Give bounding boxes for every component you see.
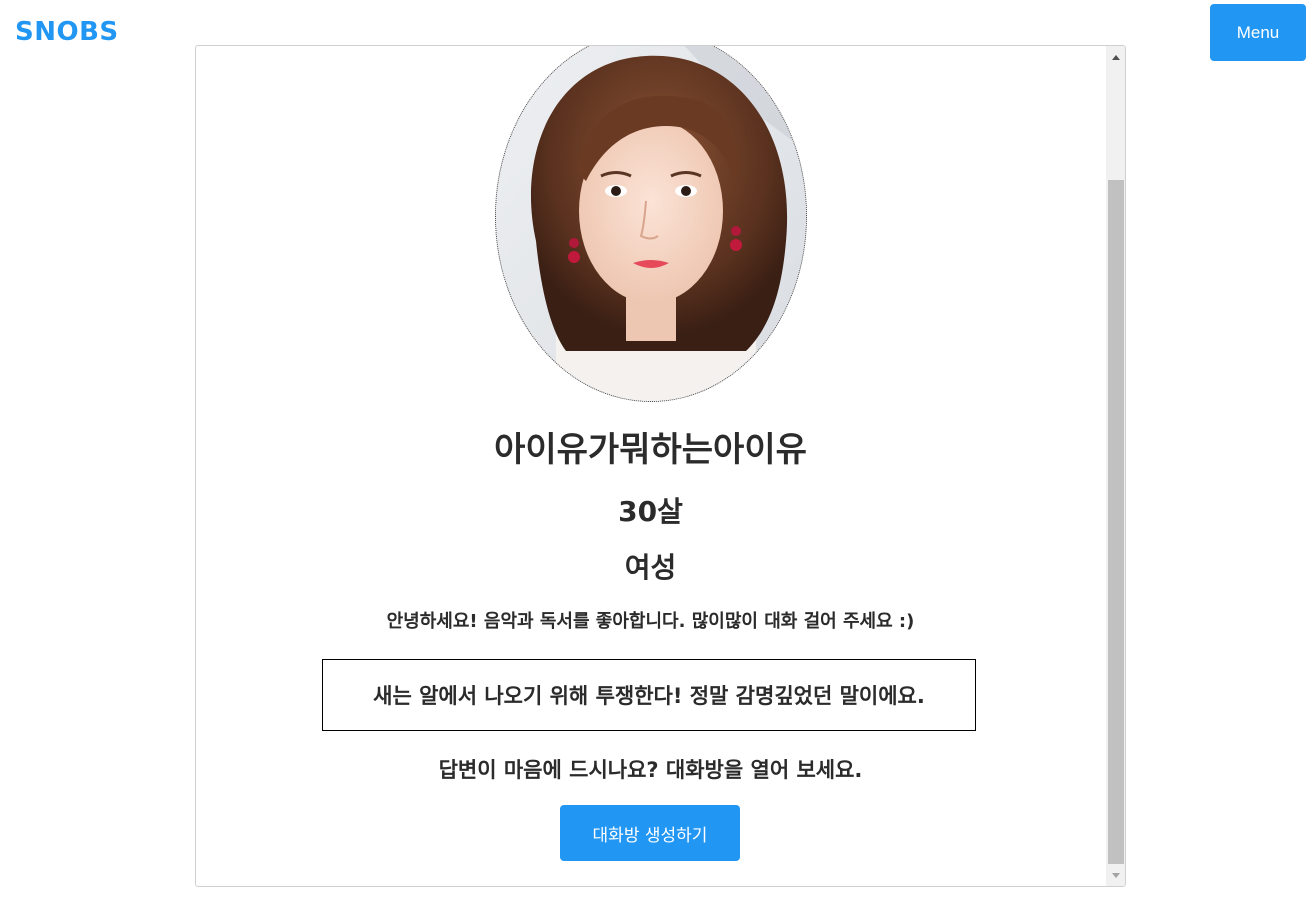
logo[interactable]: SNOBS xyxy=(15,16,119,48)
profile-card-content: 아이유가뭐하는아이유 30살 여성 안녕하세요! 음악과 독서를 좋아합니다. … xyxy=(196,46,1105,886)
avatar xyxy=(495,46,807,402)
profile-introduction: 안녕하세요! 음악과 독서를 좋아합니다. 많이많이 대화 걸어 주세요 :) xyxy=(386,611,915,632)
answer-text: 새는 알에서 나오기 위해 투쟁한다! 정말 감명깊었던 말이에요. xyxy=(373,684,925,708)
profile-gender: 여성 xyxy=(624,551,677,584)
scroll-thumb[interactable] xyxy=(1108,180,1124,864)
scrollbar[interactable] xyxy=(1106,46,1125,886)
chat-prompt-text: 답변이 마음에 드시나요? 대화방을 열어 보세요. xyxy=(438,758,863,782)
answer-box: 새는 알에서 나오기 위해 투쟁한다! 정말 감명깊었던 말이에요. xyxy=(322,659,976,731)
menu-button[interactable]: Menu xyxy=(1210,4,1306,61)
create-chatroom-button[interactable]: 대화방 생성하기 xyxy=(560,805,740,861)
scroll-down-arrow-icon[interactable] xyxy=(1106,866,1125,884)
profile-nickname: 아이유가뭐하는아이유 xyxy=(494,430,807,470)
scroll-up-arrow-icon[interactable] xyxy=(1106,48,1125,66)
avatar-illustration xyxy=(496,46,806,401)
profile-card: 아이유가뭐하는아이유 30살 여성 안녕하세요! 음악과 독서를 좋아합니다. … xyxy=(195,45,1126,887)
profile-age: 30살 xyxy=(618,495,683,528)
